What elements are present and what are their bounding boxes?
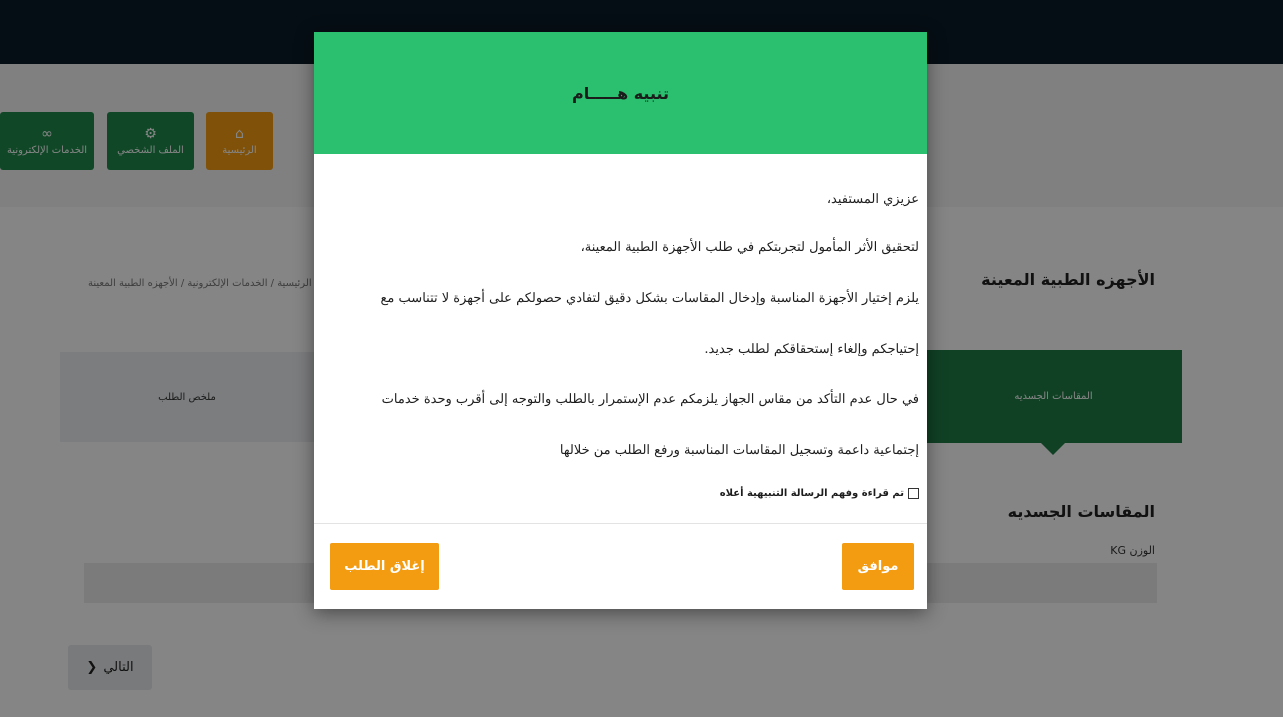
acknowledge-row[interactable]: تم قراءة وفهم الرسالة التنبيهية أعلاه (720, 488, 919, 499)
close-request-button[interactable]: إغلاق الطلب (330, 543, 439, 590)
modal-line: في حال عدم التأكد من مقاس الجهاز يلزمكم … (381, 392, 919, 407)
modal-line: إحتياجكم وإلغاء إستحقاقكم لطلب جديد. (704, 342, 919, 357)
agree-label: موافق (857, 559, 899, 574)
modal-header: تنبيه هـــــام (314, 32, 927, 154)
acknowledge-checkbox[interactable] (908, 488, 919, 499)
acknowledge-label[interactable]: تم قراءة وفهم الرسالة التنبيهية أعلاه (720, 488, 904, 499)
modal-title: تنبيه هـــــام (571, 83, 670, 103)
modal-divider (314, 523, 927, 524)
warning-modal: تنبيه هـــــام عزيزي المستفيد، لتحقيق ال… (314, 32, 927, 609)
modal-line: يلزم إختيار الأجهزة المناسبة وإدخال المق… (380, 291, 919, 306)
close-request-label: إغلاق الطلب (344, 559, 425, 574)
modal-line: إجتماعية داعمة وتسجيل المقاسات المناسبة … (559, 443, 919, 458)
modal-line: لتحقيق الأثر المأمول لتجربتكم في طلب الأ… (580, 240, 919, 255)
agree-button[interactable]: موافق (842, 543, 914, 590)
modal-line-greeting: عزيزي المستفيد، (826, 192, 919, 207)
